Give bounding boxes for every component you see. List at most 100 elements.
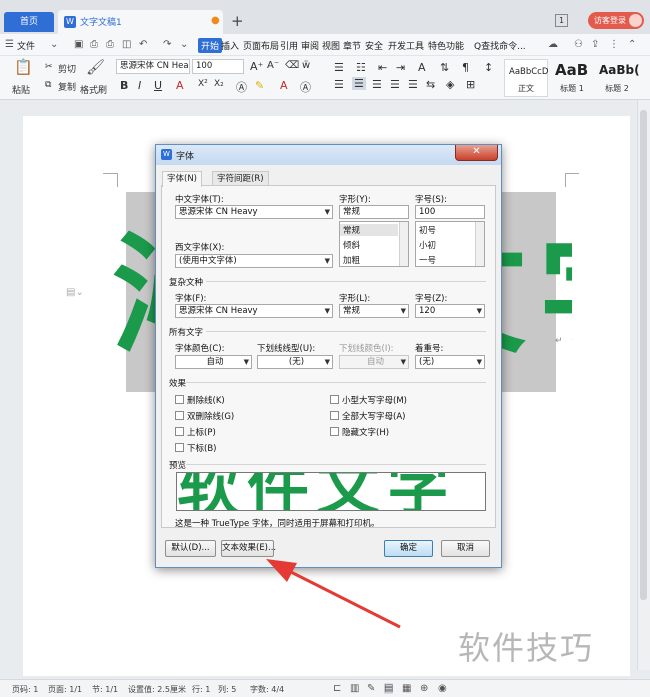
style-input[interactable]: 常规 xyxy=(339,205,409,219)
outdent-icon[interactable]: ⇤ xyxy=(378,61,387,74)
dialog-title-bar[interactable]: W 字体 xyxy=(156,145,501,165)
list-item[interactable]: 一号 xyxy=(419,254,436,266)
numbered-list-icon[interactable]: ☷ xyxy=(356,61,366,74)
align-right-icon[interactable]: ☰ xyxy=(372,78,382,91)
font-name-select[interactable]: 思源宋体 CN Hea xyxy=(116,59,190,74)
status-setting[interactable]: 设置值: 2.5厘米 xyxy=(128,684,186,695)
strikethrough-checkbox[interactable] xyxy=(175,395,184,404)
menu-view[interactable]: 视图 xyxy=(322,39,340,52)
eye-icon[interactable]: ◉ xyxy=(438,683,447,694)
strikethrough-color-button[interactable]: A xyxy=(176,79,184,92)
globe-icon[interactable]: ⊕ xyxy=(420,683,428,694)
status-row[interactable]: 行: 1 xyxy=(192,684,210,695)
style-list[interactable]: 常规 倾斜 加粗 xyxy=(339,221,409,267)
outline-view-icon[interactable]: ⊏ xyxy=(333,683,341,694)
bullet-list-icon[interactable]: ☰ xyxy=(334,61,344,74)
show-marks-icon[interactable]: ¶ xyxy=(462,61,469,74)
line-spacing-icon[interactable]: ↕ xyxy=(484,61,493,74)
edit-view-icon[interactable]: ✎ xyxy=(367,683,375,694)
underline-style-select[interactable]: (无) ▼ xyxy=(257,355,333,369)
tab-document[interactable]: W 文字文稿1 ● xyxy=(58,10,223,34)
justify-icon[interactable]: ☰ xyxy=(390,78,400,91)
new-tab-button[interactable]: + xyxy=(231,12,244,30)
superscript-checkbox[interactable] xyxy=(175,427,184,436)
small-caps-checkbox[interactable] xyxy=(330,395,339,404)
italic-button[interactable]: I xyxy=(138,79,141,92)
subscript-button[interactable]: X₂ xyxy=(214,79,224,89)
menu-file[interactable]: 文件 xyxy=(17,39,35,52)
text-effect-button[interactable]: 文本效果(E)... xyxy=(221,540,276,557)
menu-review[interactable]: 审阅 xyxy=(301,39,319,52)
more-icon[interactable]: ⋮ xyxy=(609,39,619,50)
status-word-count[interactable]: 字数: 4/4 xyxy=(250,684,284,695)
shading-icon[interactable]: ◈ xyxy=(446,78,454,91)
hidden-text-checkbox[interactable] xyxy=(330,427,339,436)
share-icon[interactable]: ⇪ xyxy=(591,39,599,50)
clear-format-icon[interactable]: ⌫ xyxy=(285,60,299,71)
menu-chapter[interactable]: 章节 xyxy=(343,39,361,52)
dialog-close-button[interactable]: ✕ xyxy=(455,145,498,161)
tab-home[interactable]: 首页 xyxy=(4,12,54,32)
format-painter-icon[interactable]: 🖌 xyxy=(86,58,105,76)
page-view-icon[interactable]: ▤ xyxy=(384,683,394,694)
bold-button[interactable]: B xyxy=(120,79,128,92)
default-button[interactable]: 默认(D)... xyxy=(165,540,216,557)
all-caps-checkbox[interactable] xyxy=(330,411,339,420)
emphasis-select[interactable]: (无) ▼ xyxy=(415,355,485,369)
font-color-icon[interactable]: A xyxy=(280,79,288,92)
status-section[interactable]: 节: 1/1 xyxy=(92,684,118,695)
status-page-number[interactable]: 页码: 1 xyxy=(12,684,38,695)
chevron-down-icon[interactable]: ⌄ xyxy=(180,39,188,50)
subscript-checkbox[interactable] xyxy=(175,443,184,452)
phonetic-icon[interactable]: ẅ xyxy=(302,60,310,71)
paste-icon[interactable]: 📋 xyxy=(14,58,33,76)
print-icon[interactable]: ⎙ xyxy=(106,39,114,50)
cut-label[interactable]: 剪切 xyxy=(58,62,76,75)
save-icon[interactable]: ▣ xyxy=(74,39,83,50)
ok-button[interactable]: 确定 xyxy=(384,540,433,557)
format-painter-label[interactable]: 格式刷 xyxy=(80,83,107,96)
reading-view-icon[interactable]: ▥ xyxy=(350,683,359,694)
tab-font[interactable]: 字体(N) xyxy=(162,171,202,187)
superscript-button[interactable]: X² xyxy=(198,79,208,89)
tab-stops-icon[interactable]: ⇆ xyxy=(426,78,435,91)
borders-icon[interactable]: ⊞ xyxy=(466,78,475,91)
list-item[interactable]: 加粗 xyxy=(343,254,360,266)
complex-style-select[interactable]: 常规 ▼ xyxy=(339,304,409,318)
double-strikethrough-checkbox[interactable] xyxy=(175,411,184,420)
window-count-badge[interactable]: 1 xyxy=(555,14,568,27)
menu-special[interactable]: 特色功能 xyxy=(428,39,464,52)
char-border-icon[interactable]: Ⓐ xyxy=(300,79,311,95)
export-pdf-icon[interactable]: ⎙ xyxy=(90,39,98,50)
distribute-icon[interactable]: ☰ xyxy=(408,78,418,91)
text-effect-icon[interactable]: Ⓐ xyxy=(236,79,247,95)
sort-icon[interactable]: ⇅ xyxy=(440,61,449,74)
list-scrollbar[interactable] xyxy=(475,222,484,266)
chinese-layout-icon[interactable]: A xyxy=(418,61,426,74)
menu-home[interactable]: 开始 xyxy=(198,38,223,53)
align-center-icon[interactable]: ☰ xyxy=(352,77,366,90)
command-search[interactable]: Q查找命令... xyxy=(474,39,526,52)
cooperate-icon[interactable]: ⚇ xyxy=(574,39,583,50)
undo-icon[interactable]: ↶ xyxy=(139,39,147,50)
size-input[interactable]: 100 xyxy=(415,205,485,219)
guest-login-button[interactable]: 访客登录 xyxy=(588,12,644,29)
list-item[interactable]: 常规 xyxy=(340,224,398,236)
status-page-count[interactable]: 页面: 1/1 xyxy=(48,684,82,695)
status-col[interactable]: 列: 5 xyxy=(218,684,236,695)
collapse-ribbon-icon[interactable]: ⌃ xyxy=(628,39,636,50)
scrollbar-thumb[interactable] xyxy=(640,110,647,600)
chevron-down-icon[interactable]: ⌄ xyxy=(50,39,58,50)
tab-char-spacing[interactable]: 字符间距(R) xyxy=(212,171,269,186)
hamburger-icon[interactable]: ☰ xyxy=(5,39,14,50)
style-normal[interactable]: AaBbCcD 正文 xyxy=(504,59,548,97)
cn-font-select[interactable]: 思源宋体 CN Heavy ▼ xyxy=(175,205,333,219)
align-left-icon[interactable]: ☰ xyxy=(334,78,344,91)
paste-label[interactable]: 粘贴 xyxy=(12,83,30,96)
menu-developer[interactable]: 开发工具 xyxy=(388,39,424,52)
web-view-icon[interactable]: ▦ xyxy=(402,683,411,694)
font-color-select[interactable]: 自动 ▼ xyxy=(175,355,252,369)
grow-font-icon[interactable]: A⁺ xyxy=(250,60,263,73)
list-scrollbar[interactable] xyxy=(399,222,408,266)
list-item[interactable]: 倾斜 xyxy=(343,239,360,251)
